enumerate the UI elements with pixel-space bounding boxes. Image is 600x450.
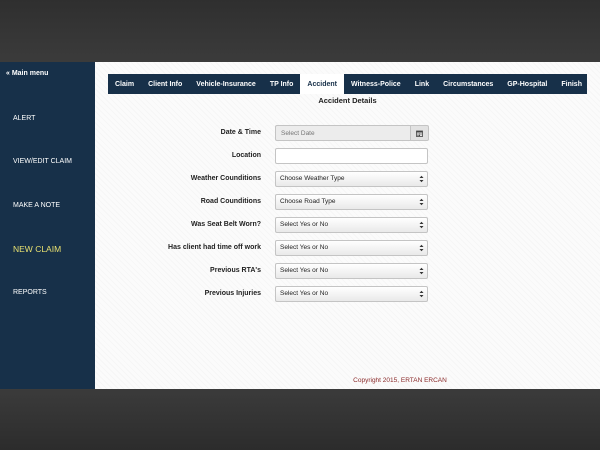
time-off-label: Has client had time off work — [168, 244, 261, 251]
time-off-select-value: Select Yes or No — [280, 244, 329, 251]
tab-vehicle-insurance[interactable]: Vehicle-Insurance — [189, 74, 263, 94]
previous-injuries-row: Previous Injuries Select Yes or No — [95, 286, 600, 302]
date-time-input[interactable] — [275, 125, 410, 141]
tab-gp-hospital[interactable]: GP-Hospital — [500, 74, 554, 94]
weather-label: Weather Counditions — [190, 175, 261, 182]
sidebar: « Main menu ALERT VIEW/EDIT CLAIM MAKE A… — [0, 62, 95, 389]
tab-claim[interactable]: Claim — [108, 74, 141, 94]
updown-arrows-icon — [419, 290, 424, 298]
road-row: Road Counditions Choose Road Type — [95, 194, 600, 210]
weather-row: Weather Counditions Choose Weather Type — [95, 171, 600, 187]
calendar-icon — [416, 130, 423, 137]
seat-belt-select[interactable]: Select Yes or No — [275, 217, 428, 233]
date-time-label: Date & Time — [220, 129, 261, 136]
tab-witness-police[interactable]: Witness-Police — [344, 74, 408, 94]
sidebar-item-make-a-note[interactable]: MAKE A NOTE — [13, 202, 60, 209]
updown-arrows-icon — [419, 244, 424, 252]
seat-belt-label: Was Seat Belt Worn? — [190, 221, 261, 228]
updown-arrows-icon — [419, 175, 424, 183]
date-time-row: Date & Time — [95, 125, 600, 141]
weather-select[interactable]: Choose Weather Type — [275, 171, 428, 187]
app-window: « Main menu ALERT VIEW/EDIT CLAIM MAKE A… — [0, 62, 600, 389]
time-off-row: Has client had time off work Select Yes … — [95, 240, 600, 256]
previous-rta-select-value: Select Yes or No — [280, 267, 329, 274]
previous-injuries-select-value: Select Yes or No — [280, 290, 329, 297]
location-input[interactable] — [275, 148, 428, 164]
section-title: Accident Details — [318, 96, 377, 105]
tab-client-info[interactable]: Client Info — [141, 74, 189, 94]
location-row: Location — [95, 148, 600, 164]
tab-bar: Claim Client Info Vehicle-Insurance TP I… — [108, 74, 587, 94]
tab-tp-info[interactable]: TP Info — [263, 74, 301, 94]
time-off-select[interactable]: Select Yes or No — [275, 240, 428, 256]
previous-rta-select[interactable]: Select Yes or No — [275, 263, 428, 279]
backdrop-top — [0, 0, 600, 62]
seat-belt-select-value: Select Yes or No — [280, 221, 329, 228]
road-label: Road Counditions — [200, 198, 261, 205]
weather-select-value: Choose Weather Type — [280, 175, 345, 182]
previous-rta-label: Previous RTA's — [210, 267, 261, 274]
seat-belt-row: Was Seat Belt Worn? Select Yes or No — [95, 217, 600, 233]
calendar-button[interactable] — [410, 125, 429, 141]
main-menu-link[interactable]: « Main menu — [6, 70, 48, 77]
sidebar-item-alert[interactable]: ALERT — [13, 115, 35, 122]
sidebar-item-reports[interactable]: REPORTS — [13, 289, 47, 296]
backdrop-bottom — [0, 389, 600, 450]
previous-injuries-select[interactable]: Select Yes or No — [275, 286, 428, 302]
tab-link[interactable]: Link — [408, 74, 436, 94]
updown-arrows-icon — [419, 221, 424, 229]
previous-injuries-label: Previous Injuries — [204, 290, 261, 297]
updown-arrows-icon — [419, 267, 424, 275]
updown-arrows-icon — [419, 198, 424, 206]
road-select[interactable]: Choose Road Type — [275, 194, 428, 210]
sidebar-item-new-claim[interactable]: NEW CLAIM — [13, 244, 61, 254]
location-label: Location — [231, 152, 261, 159]
previous-rta-row: Previous RTA's Select Yes or No — [95, 263, 600, 279]
tab-finish[interactable]: Finish — [554, 74, 589, 94]
main-content: Claim Client Info Vehicle-Insurance TP I… — [95, 62, 600, 389]
road-select-value: Choose Road Type — [280, 198, 336, 205]
tab-circumstances[interactable]: Circumstances — [436, 74, 500, 94]
copyright-footer: Copyright 2015, ERTAN ERCAN — [353, 377, 447, 384]
sidebar-item-view-edit-claim[interactable]: VIEW/EDIT CLAIM — [13, 158, 72, 165]
tab-accident[interactable]: Accident — [300, 74, 344, 94]
